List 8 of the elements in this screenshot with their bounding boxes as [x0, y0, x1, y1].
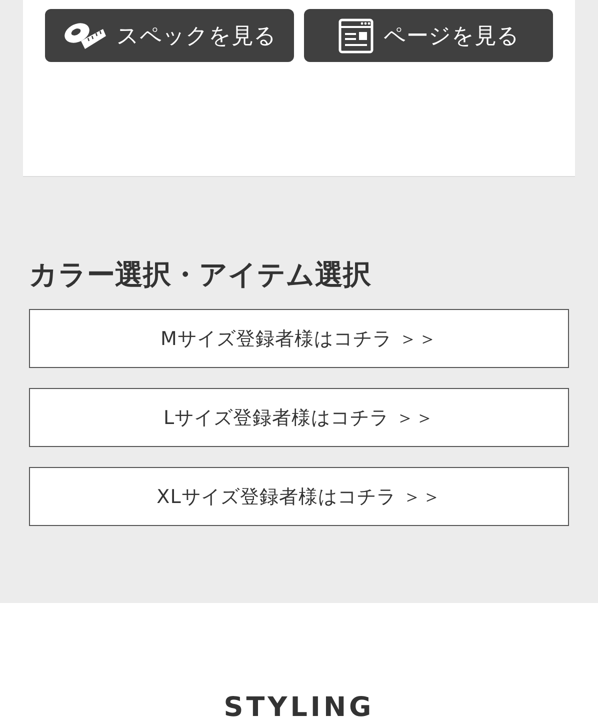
size-link-button[interactable]: Lサイズ登録者様はコチラ ＞＞ — [29, 388, 569, 448]
section-heading: STYLING — [224, 692, 374, 723]
page-button[interactable]: ページを見る — [304, 9, 553, 62]
browser-window-icon — [338, 18, 374, 54]
size-link-button[interactable]: Mサイズ登録者様はコチラ ＞＞ — [29, 309, 569, 368]
size-link-button[interactable]: XLサイズ登録者様はコチラ ＞＞ — [29, 467, 569, 526]
spec-button[interactable]: スペックを見る — [45, 9, 294, 62]
section-title: カラー選択・アイテム選択 — [29, 257, 372, 293]
